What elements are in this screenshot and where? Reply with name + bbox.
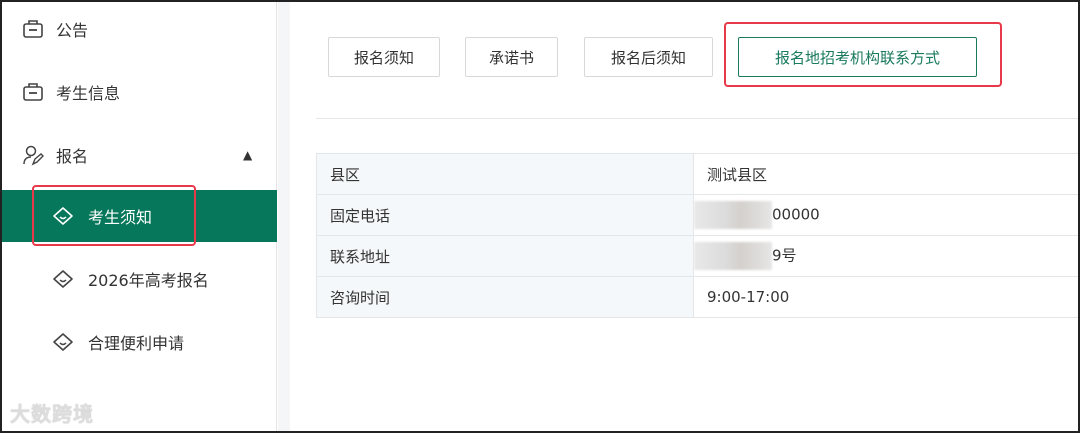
sidebar-subitem-accommodation[interactable]: 合理便利申请 [0, 316, 277, 368]
row-value-cell: 00000 [693, 194, 1080, 236]
main-content: 报名须知 承诺书 报名后须知 报名地招考机构联系方式 县区 测试县区 固定电话 00… [290, 10, 1080, 433]
highlight-box [32, 185, 196, 246]
smile-icon [53, 270, 73, 288]
row-key: 咨询时间 [316, 276, 694, 318]
sidebar-item-label: 公告 [56, 21, 89, 40]
watermark: 大数跨境 [10, 402, 94, 426]
row-key: 县区 [316, 153, 694, 195]
sidebar-item-label: 合理便利申请 [88, 334, 185, 353]
row-value-cell: 9号 [693, 235, 1080, 277]
table-row: 固定电话 00000 [316, 194, 1080, 236]
tab-post-registration-notice[interactable]: 报名后须知 [584, 37, 713, 77]
content-gutter [278, 0, 290, 433]
row-key: 固定电话 [316, 194, 694, 236]
row-value: 9:00-17:00 [693, 276, 1080, 318]
table-row: 县区 测试县区 [316, 153, 1080, 195]
divider [316, 118, 1080, 119]
highlight-box [724, 22, 1002, 87]
sidebar-item-candidate-info[interactable]: 考生信息 [0, 66, 277, 118]
row-value: 测试县区 [693, 153, 1080, 195]
sidebar-item-label: 考生信息 [56, 84, 121, 103]
table-row: 联系地址 9号 [316, 235, 1080, 277]
contact-table: 县区 测试县区 固定电话 00000 联系地址 9号 咨询时间 9:00-17:00 [316, 153, 1080, 318]
sidebar-subitem-2026-registration[interactable]: 2026年高考报名 [0, 253, 277, 305]
briefcase-icon [23, 20, 43, 38]
tab-commitment[interactable]: 承诺书 [465, 37, 558, 77]
tab-registration-notice[interactable]: 报名须知 [328, 37, 440, 77]
row-value: 00000 [772, 205, 820, 224]
table-row: 咨询时间 9:00-17:00 [316, 276, 1080, 318]
chevron-up-icon: ▲ [243, 148, 253, 162]
briefcase-icon [23, 83, 43, 101]
sidebar-item-registration[interactable]: 报名 ▲ [0, 129, 277, 181]
redacted-blur [694, 242, 772, 270]
sidebar-item-label: 报名 [56, 147, 89, 166]
redacted-blur [694, 201, 772, 229]
smile-icon [53, 333, 73, 351]
sidebar-item-label: 2026年高考报名 [88, 271, 209, 290]
sidebar-item-announcement[interactable]: 公告 [0, 3, 277, 55]
user-edit-icon [23, 145, 44, 166]
row-key: 联系地址 [316, 235, 694, 277]
row-value: 9号 [772, 246, 797, 265]
sidebar: 公告 考生信息 报名 ▲ 考生须知 2026年高考报名 合理便利申请 大数跨境 [0, 0, 277, 433]
